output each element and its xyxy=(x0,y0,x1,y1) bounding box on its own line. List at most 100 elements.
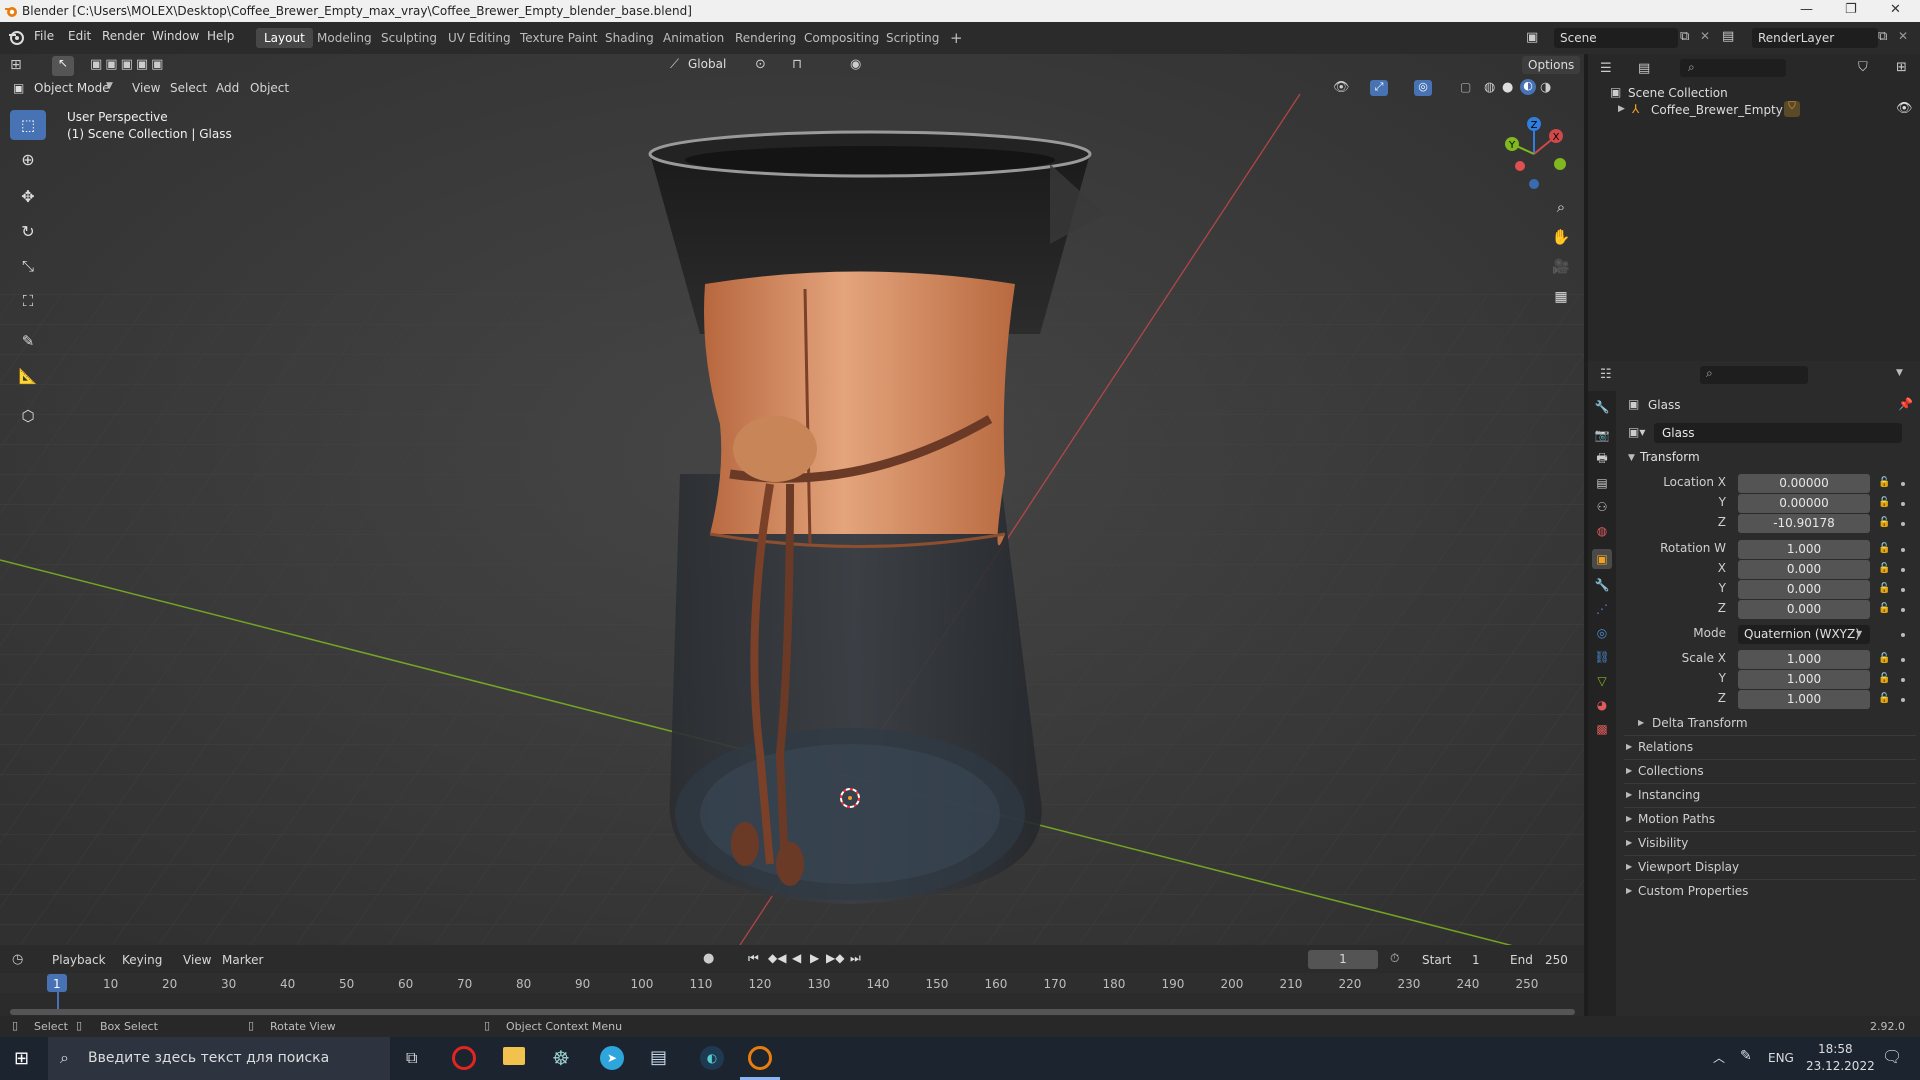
add-cube-tool[interactable]: ⬡ xyxy=(10,401,46,431)
scale-y-field[interactable]: 1.000 xyxy=(1738,670,1870,689)
rotation-mode-dropdown[interactable]: Quaternion (WXYZ) xyxy=(1738,625,1870,644)
modifier-tab-icon[interactable]: 🔧 xyxy=(1592,575,1612,595)
delta-transform-subpanel[interactable]: Delta Transform xyxy=(1652,716,1748,730)
keyframe-dot[interactable] xyxy=(1901,502,1905,506)
location-z-field[interactable]: -10.90178 xyxy=(1738,514,1870,533)
section-collections[interactable]: ▶ Collections xyxy=(1624,759,1916,782)
properties-editor-icon[interactable]: ☷ xyxy=(1600,367,1612,382)
tab-sculpting[interactable]: Sculpting xyxy=(373,28,445,48)
rotate-tool[interactable]: ↻ xyxy=(10,216,46,246)
location-x-field[interactable]: 0.00000 xyxy=(1738,474,1870,493)
chevron-down-icon[interactable]: ▼ xyxy=(1628,453,1635,463)
tool-tab-icon[interactable]: 🔧 xyxy=(1592,397,1612,417)
ortho-grid-icon[interactable]: ▦ xyxy=(1548,284,1574,310)
object-mode-dropdown[interactable]: Object Mode xyxy=(34,81,110,95)
rendered-shading-icon[interactable]: ◑ xyxy=(1540,80,1551,95)
pan-hand-icon[interactable]: ✋ xyxy=(1548,224,1574,250)
tab-compositing[interactable]: Compositing xyxy=(796,28,887,48)
measure-tool[interactable]: 📐 xyxy=(10,361,46,391)
constraints-tab-icon[interactable]: ⛓ xyxy=(1592,647,1612,667)
pin-icon[interactable]: 📌 xyxy=(1898,397,1913,411)
timeline-editor-icon[interactable]: ◷ xyxy=(12,952,23,967)
section-motion-paths[interactable]: ▶ Motion Paths xyxy=(1624,807,1916,830)
language-indicator[interactable]: ENG xyxy=(1768,1051,1794,1065)
viewport-menu-view[interactable]: View xyxy=(132,81,160,95)
tray-chevron-icon[interactable]: ︿ xyxy=(1713,1049,1725,1066)
view-layer-tab-icon[interactable]: ▤ xyxy=(1592,473,1612,493)
object-name-field[interactable]: Glass xyxy=(1654,423,1902,443)
gizmo-toggle-icon[interactable]: ⤢ xyxy=(1370,80,1388,96)
timeline-menu-marker[interactable]: Marker xyxy=(222,953,263,967)
selection-mode-icons[interactable]: ▣▣▣▣▣ xyxy=(90,57,166,72)
notifications-icon[interactable]: 🗨 xyxy=(1882,1047,1902,1066)
clock-date[interactable]: 23.12.2022 xyxy=(1806,1059,1875,1073)
section-viewport-display[interactable]: ▶ Viewport Display xyxy=(1624,855,1916,878)
timeline-menu-view[interactable]: View xyxy=(183,953,211,967)
stopwatch-icon[interactable]: ⏱ xyxy=(1390,951,1399,966)
windows-start-icon[interactable]: ⊞ xyxy=(14,1048,29,1069)
file-explorer-icon[interactable] xyxy=(503,1047,525,1065)
timeline-menu-playback[interactable]: Playback xyxy=(52,953,106,967)
play-reverse-icon[interactable]: ◀ xyxy=(792,951,801,965)
object-tab-icon[interactable]: ▣ xyxy=(1592,549,1612,569)
options-dropdown[interactable]: Options xyxy=(1522,56,1581,74)
world-tab-icon[interactable]: ◍ xyxy=(1592,521,1612,541)
menu-render[interactable]: Render xyxy=(102,29,145,43)
outliner-item-coffee-brewer[interactable]: Coffee_Brewer_Empty xyxy=(1651,103,1783,117)
scale-z-field[interactable]: 1.000 xyxy=(1738,690,1870,709)
lock-icon[interactable]: 🔓 xyxy=(1878,517,1890,528)
expand-arrow-icon[interactable]: ▶ xyxy=(1638,718,1644,727)
taskbar-search-box[interactable]: ⌕ Введите здесь текст для поиска xyxy=(48,1037,390,1080)
eye-visibility-icon[interactable]: 👁 xyxy=(1896,101,1913,116)
texture-tab-icon[interactable]: ▩ xyxy=(1592,719,1612,739)
tab-modeling[interactable]: Modeling xyxy=(309,28,380,48)
pen-icon[interactable]: ✎ xyxy=(1740,1048,1752,1064)
timeline-scrollbar[interactable] xyxy=(10,1009,1575,1015)
camera-view-icon[interactable]: 🎥 xyxy=(1548,254,1574,280)
select-box-tool[interactable]: ⬚ xyxy=(10,110,46,140)
rotation-z-field[interactable]: 0.000 xyxy=(1738,600,1870,619)
tab-scripting[interactable]: Scripting xyxy=(878,28,947,48)
snap-icon[interactable]: ⊓ xyxy=(792,57,802,72)
new-view-layer-icon[interactable]: ⧉ xyxy=(1878,29,1887,44)
section-relations[interactable]: ▶ Relations xyxy=(1624,735,1916,758)
keyframe-dot[interactable] xyxy=(1901,482,1905,486)
tweak-tool-icon[interactable]: ↖ xyxy=(52,56,74,76)
telegram-icon[interactable]: ➤ xyxy=(600,1046,624,1070)
scene-tab-icon[interactable]: ⚇ xyxy=(1592,497,1612,517)
app-icon-1[interactable]: ☸ xyxy=(552,1046,570,1070)
app-icon-3[interactable]: ◐ xyxy=(700,1046,724,1070)
rotation-x-field[interactable]: 0.000 xyxy=(1738,560,1870,579)
annotate-tool[interactable]: ✎ xyxy=(10,326,46,356)
render-tab-icon[interactable]: 📷 xyxy=(1592,425,1612,445)
app-icon-2[interactable]: ▤ xyxy=(650,1047,667,1068)
scale-x-field[interactable]: 1.000 xyxy=(1738,650,1870,669)
scene-selector-icon[interactable]: ▣ xyxy=(1526,30,1538,45)
lock-icon[interactable]: 🔓 xyxy=(1878,583,1890,594)
prev-keyframe-icon[interactable]: ◆◀ xyxy=(768,951,786,965)
data-tab-icon[interactable]: ▽ xyxy=(1592,671,1612,691)
play-icon[interactable]: ▶ xyxy=(810,951,819,965)
solid-shading-icon[interactable]: ● xyxy=(1502,80,1513,95)
section-instancing[interactable]: ▶ Instancing xyxy=(1624,783,1916,806)
transform-orientation-dropdown[interactable]: Global xyxy=(688,57,726,71)
outliner-root[interactable]: Scene Collection xyxy=(1628,86,1728,100)
cursor-tool[interactable]: ⊕ xyxy=(10,144,46,174)
section-custom-properties[interactable]: ▶ Custom Properties xyxy=(1624,879,1916,902)
material-shading-icon[interactable]: ◐ xyxy=(1520,79,1536,95)
proportional-edit-icon[interactable]: ◉ xyxy=(850,57,861,72)
physics-tab-icon[interactable]: ◎ xyxy=(1592,623,1612,643)
clock-time[interactable]: 18:58 xyxy=(1818,1042,1853,1056)
new-scene-icon[interactable]: ⧉ xyxy=(1680,29,1689,44)
xray-icon[interactable]: ▢ xyxy=(1460,80,1471,94)
outliner-search-field[interactable] xyxy=(1680,59,1786,77)
section-visibility[interactable]: ▶ Visibility xyxy=(1624,831,1916,854)
lock-icon[interactable]: 🔓 xyxy=(1878,563,1890,574)
blender-taskbar-icon[interactable] xyxy=(748,1046,772,1070)
keyframe-dot[interactable] xyxy=(1901,522,1905,526)
outliner-editor-icon[interactable]: ☰ xyxy=(1600,61,1612,76)
keyframe-dot[interactable] xyxy=(1901,608,1905,612)
menu-help[interactable]: Help xyxy=(207,29,234,43)
lock-icon[interactable]: 🔓 xyxy=(1878,497,1890,508)
minimize-icon[interactable]: — xyxy=(1800,2,1813,17)
